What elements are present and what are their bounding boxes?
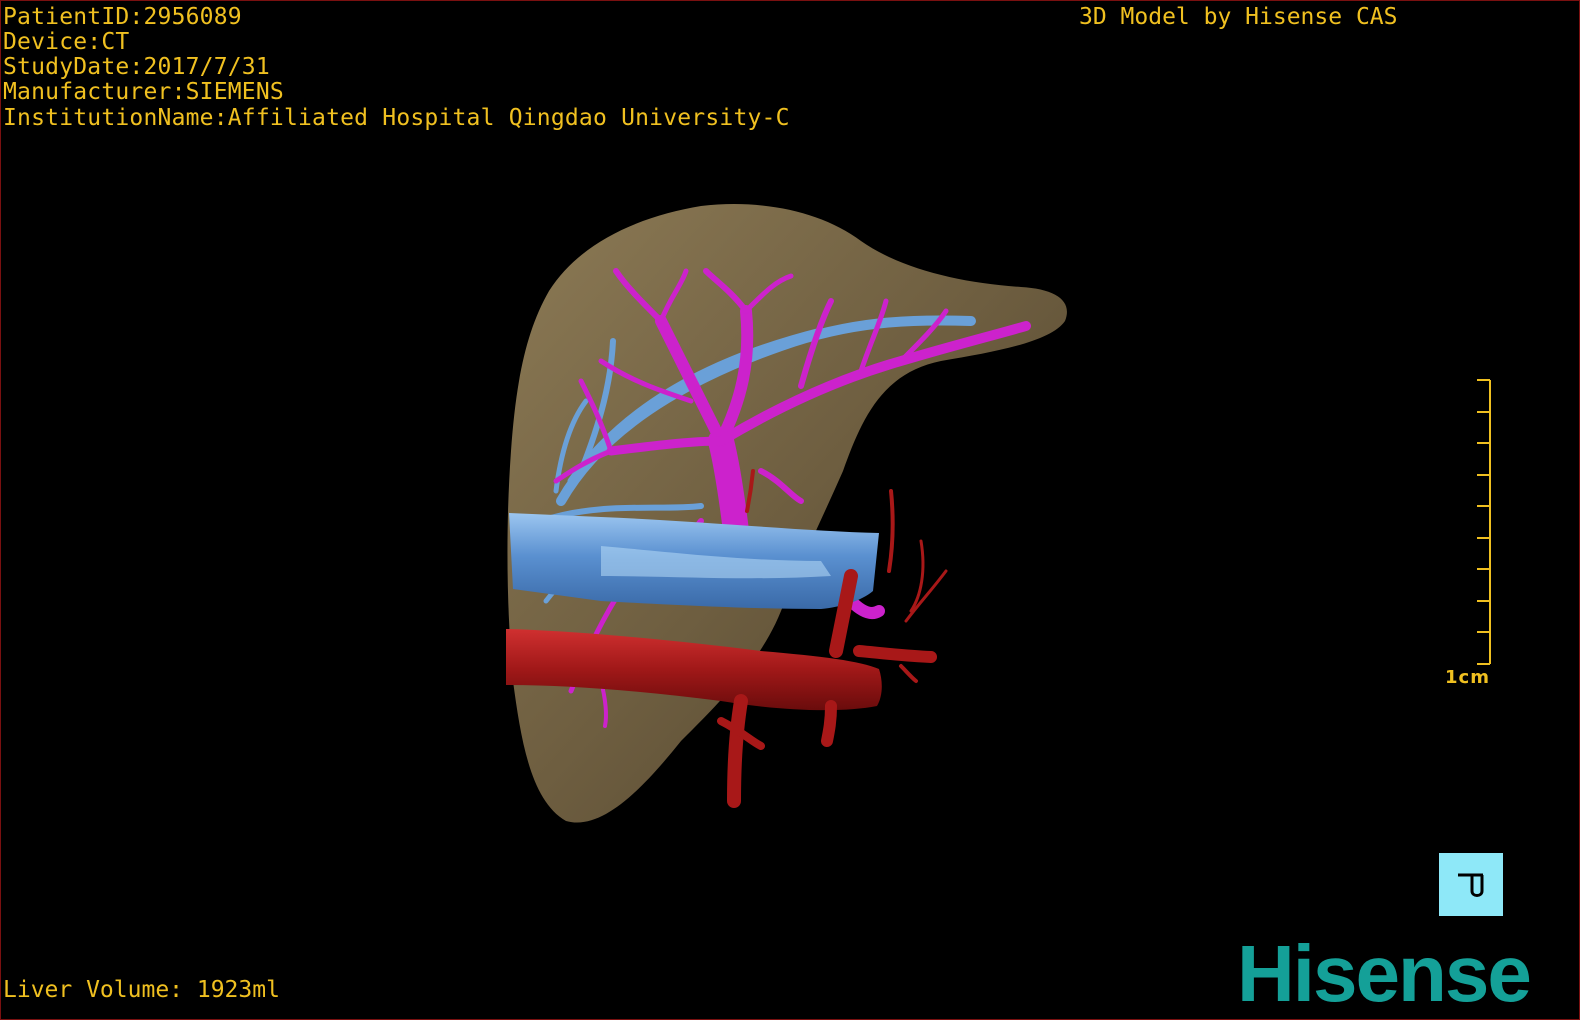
rotate-view-icon [1458, 873, 1484, 897]
liver-volume-text: Liver Volume: 1923ml [3, 977, 280, 1003]
rotate-view-button[interactable] [1439, 853, 1503, 916]
liver-3d-model[interactable] [1, 1, 1579, 1019]
hisense-logo: Hisense [1237, 929, 1532, 1018]
scale-bar [1477, 379, 1491, 665]
scale-bar-label: 1cm [1445, 667, 1490, 688]
liver-surface [507, 204, 1067, 823]
3d-viewport[interactable]: PatientID:2956089 Device:CT StudyDate:20… [0, 0, 1580, 1020]
